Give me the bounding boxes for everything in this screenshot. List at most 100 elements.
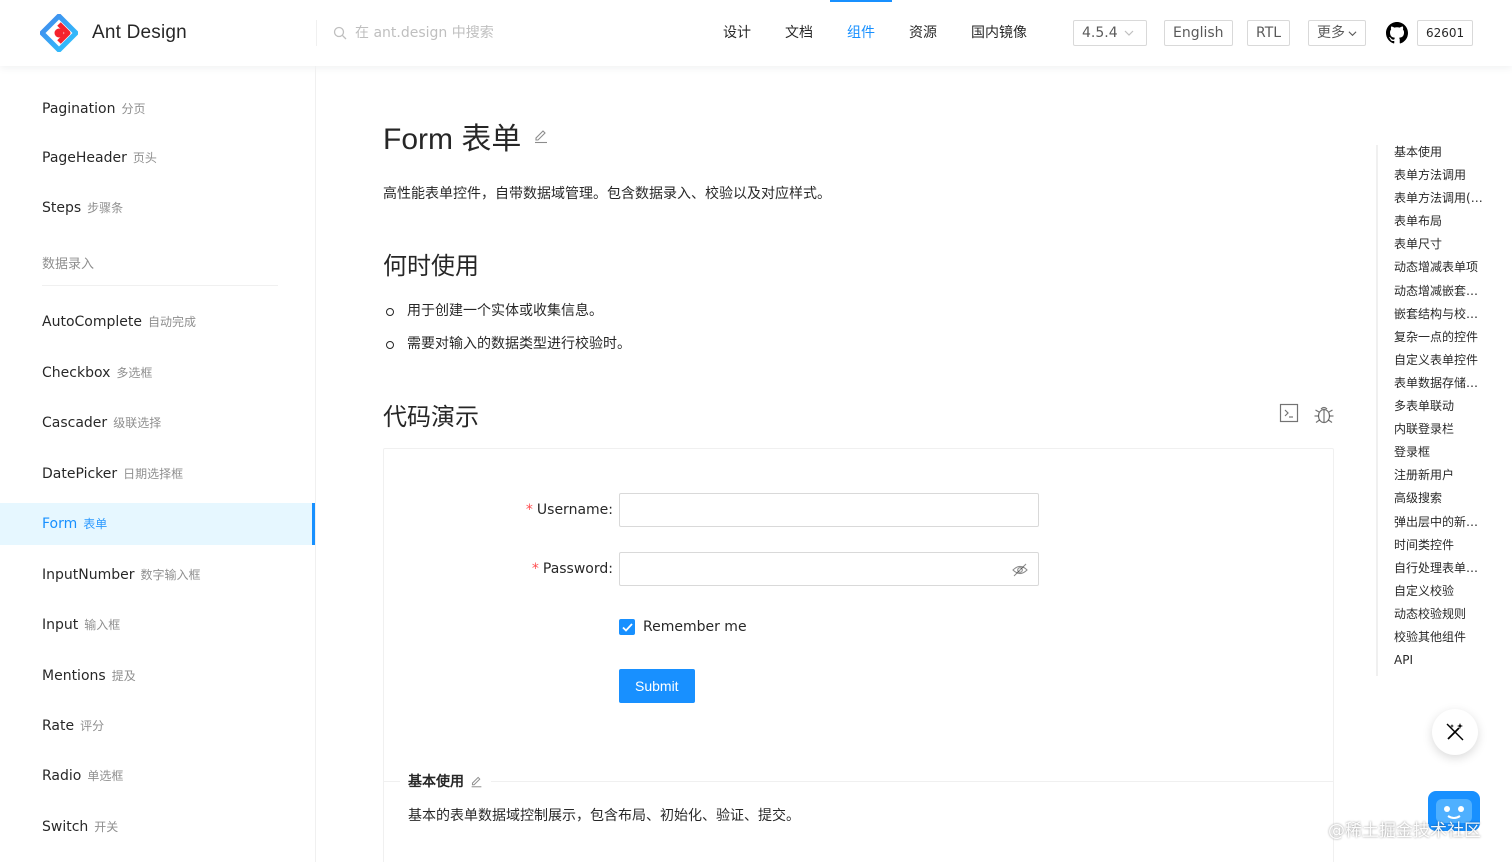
github-link[interactable] xyxy=(1386,22,1408,48)
sidebar-item-rate[interactable]: Rate 评分 xyxy=(0,705,315,747)
sidebar-item-pagination[interactable]: Pagination 分页 xyxy=(0,88,315,130)
search-icon xyxy=(333,26,347,40)
watermark: @稀土掘金技术社区 xyxy=(1328,821,1481,841)
sidebar-item-form[interactable]: Form 表单 xyxy=(0,503,315,545)
username-input[interactable] xyxy=(620,494,1038,526)
demo-meta-title[interactable]: 基本使用 xyxy=(400,771,491,791)
toc-item[interactable]: 表单数据存储于上层组件 xyxy=(1394,376,1486,399)
toc-item[interactable]: 基本使用 xyxy=(1394,145,1486,168)
sidebar-item-switch[interactable]: Switch 开关 xyxy=(0,806,315,848)
sidebar-item-label: InputNumber xyxy=(42,567,135,583)
toc-item[interactable]: 复杂一点的控件 xyxy=(1394,330,1486,353)
nav-item-resources[interactable]: 资源 xyxy=(892,0,954,66)
when-to-use-heading: 何时使用 xyxy=(383,252,479,280)
sidebar-item-input[interactable]: Input 输入框 xyxy=(0,604,315,646)
more-label: 更多 xyxy=(1317,25,1345,41)
username-label-text: Username xyxy=(536,502,609,518)
toc-item[interactable]: 多表单联动 xyxy=(1394,399,1486,422)
page-title: Form 表单 xyxy=(383,114,549,158)
sidebar-item-checkbox[interactable]: Checkbox 多选框 xyxy=(0,352,315,394)
nav-item-design[interactable]: 设计 xyxy=(706,0,768,66)
sidebar-item-label: AutoComplete xyxy=(42,314,142,330)
expand-code-icon[interactable] xyxy=(1279,403,1299,423)
toc-anchor: 基本使用 表单方法调用 表单方法调用(Class component) 表单布局… xyxy=(1376,145,1500,677)
sidebar-item-cascader[interactable]: Cascader 级联选择 xyxy=(0,402,315,444)
password-input[interactable] xyxy=(620,553,1038,585)
toc-item[interactable]: 弹出层中的新建表单 xyxy=(1394,515,1486,538)
sidebar-item-label: Switch xyxy=(42,819,89,835)
toc-item[interactable]: 表单布局 xyxy=(1394,214,1486,237)
search-box[interactable] xyxy=(316,20,676,46)
toc-item[interactable]: 表单尺寸 xyxy=(1394,237,1486,260)
sidebar-item-sublabel: 级联选择 xyxy=(113,416,162,430)
toc-item[interactable]: 表单方法调用 xyxy=(1394,168,1486,191)
edit-icon[interactable] xyxy=(533,128,549,144)
password-form-item: * Password: xyxy=(384,552,1335,586)
sidebar-item-pageheader[interactable]: PageHeader 页头 xyxy=(0,137,315,179)
logo-text: Ant Design xyxy=(92,22,187,43)
version-select[interactable]: 4.5.4 xyxy=(1073,20,1147,46)
eye-invisible-icon[interactable] xyxy=(1012,562,1028,578)
more-button[interactable]: 更多 xyxy=(1308,20,1366,46)
sidebar-item-label: PageHeader xyxy=(42,150,127,166)
edit-icon[interactable] xyxy=(470,775,483,788)
sidebar-item-sublabel: 步骤条 xyxy=(87,201,124,215)
required-mark: * xyxy=(525,502,533,518)
sidebar-item-sublabel: 输入框 xyxy=(84,618,121,632)
sidebar-item-steps[interactable]: Steps 步骤条 xyxy=(0,187,315,229)
submit-button[interactable]: Submit xyxy=(619,669,695,703)
toc-item[interactable]: API xyxy=(1394,653,1486,676)
toc-item[interactable]: 自定义校验 xyxy=(1394,584,1486,607)
magic-wand-icon xyxy=(1446,723,1464,741)
sidebar-item-sublabel: 单选框 xyxy=(87,769,124,783)
toc-item[interactable]: 内联登录栏 xyxy=(1394,422,1486,445)
sidebar-item-sublabel: 日期选择框 xyxy=(123,467,184,481)
sidebar-item-label: Pagination xyxy=(42,101,116,117)
toc-item[interactable]: 自定义表单控件 xyxy=(1394,353,1486,376)
toc-item[interactable]: 动态增减表单项 xyxy=(1394,260,1486,283)
toc-item[interactable]: 高级搜索 xyxy=(1394,491,1486,514)
toc-item[interactable]: 登录框 xyxy=(1394,445,1486,468)
rtl-button[interactable]: RTL xyxy=(1247,20,1291,46)
nav-item-components[interactable]: 组件 xyxy=(830,0,892,66)
ant-design-logo-icon xyxy=(40,14,78,52)
remember-me-checkbox[interactable]: Remember me xyxy=(619,619,747,635)
toc-item[interactable]: 注册新用户 xyxy=(1394,468,1486,491)
toc-item[interactable]: 表单方法调用(Class component) xyxy=(1394,191,1486,214)
nav-item-docs[interactable]: 文档 xyxy=(768,0,830,66)
sidebar-item-radio[interactable]: Radio 单选框 xyxy=(0,755,315,797)
sidebar-item-label: Steps xyxy=(42,200,82,216)
list-item: 需要对输入的数据类型进行校验时。 xyxy=(383,333,631,366)
bug-icon[interactable] xyxy=(1313,403,1335,425)
sidebar-item-autocomplete[interactable]: AutoComplete 自动完成 xyxy=(0,301,315,343)
password-label-text: Password xyxy=(542,561,609,577)
toc-item[interactable]: 自行处理表单数据 xyxy=(1394,561,1486,584)
sidebar-item-sublabel: 评分 xyxy=(80,719,105,733)
toc-item[interactable]: 嵌套结构与校验信息 xyxy=(1394,307,1486,330)
demo-card: * Username: * Password: Remember me Submit… xyxy=(383,448,1334,862)
username-form-item: * Username: xyxy=(384,493,1335,527)
required-mark: * xyxy=(531,561,539,577)
sidebar-item-inputnumber[interactable]: InputNumber 数字输入框 xyxy=(0,554,315,596)
demo-actions xyxy=(1279,403,1335,425)
page-description: 高性能表单控件，自带数据域管理。包含数据录入、校验以及对应样式。 xyxy=(383,186,831,202)
theme-toggle-button[interactable] xyxy=(1432,709,1478,755)
demo-meta-description: 基本的表单数据域控制展示，包含布局、初始化、验证、提交。 xyxy=(408,808,800,824)
nav-item-mirror[interactable]: 国内镜像 xyxy=(954,0,1044,66)
sidebar-item-label: Cascader xyxy=(42,415,108,431)
sidebar-item-datepicker[interactable]: DatePicker 日期选择框 xyxy=(0,453,315,495)
label-colon: : xyxy=(608,502,613,518)
language-button[interactable]: English xyxy=(1164,20,1233,46)
sidebar-item-mentions[interactable]: Mentions 提及 xyxy=(0,655,315,697)
toc-item[interactable]: 校验其他组件 xyxy=(1394,630,1486,653)
logo[interactable]: Ant Design xyxy=(40,14,187,52)
toc-item[interactable]: 时间类控件 xyxy=(1394,538,1486,561)
search-input[interactable] xyxy=(355,25,655,41)
sidebar-item-sublabel: 页头 xyxy=(132,151,157,165)
checkbox-checked-icon[interactable] xyxy=(619,619,635,635)
sidebar: Pagination 分页 PageHeader 页头 Steps 步骤条 数据录入 … xyxy=(0,66,316,862)
password-label: * Password: xyxy=(532,552,613,586)
toc-item[interactable]: 动态增减嵌套字段 xyxy=(1394,284,1486,307)
github-stars-count[interactable]: 62601 xyxy=(1417,20,1474,46)
toc-item[interactable]: 动态校验规则 xyxy=(1394,607,1486,630)
